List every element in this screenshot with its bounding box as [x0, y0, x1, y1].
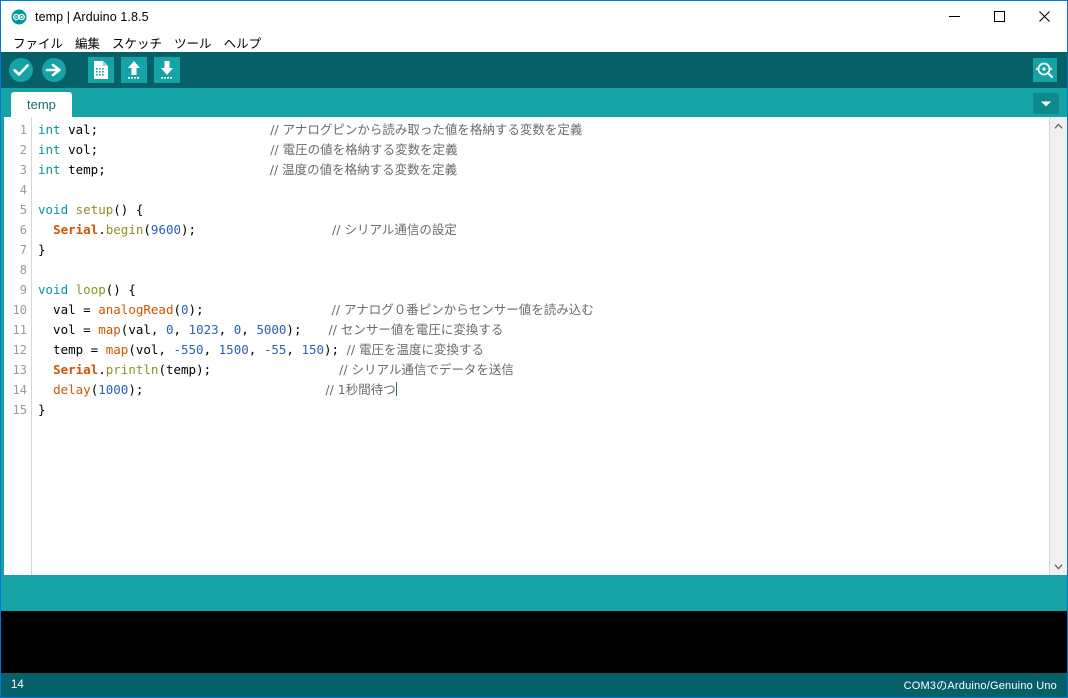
code-line-6: Serial.begin(9600);// シリアル通信の設定 [53, 222, 457, 237]
line-number: 9 [19, 283, 27, 297]
window-controls [932, 1, 1067, 32]
code-editor[interactable]: 1 2 3 4 5 6 7 8 9 10 11 12 13 14 15 int … [1, 117, 1067, 575]
code-line-3: int temp;// 温度の値を格納する変数を定義 [38, 162, 458, 177]
status-board-info: COM3のArduino/Genuino Uno [903, 680, 1057, 692]
save-button[interactable] [153, 56, 181, 84]
code-line-9: void loop() { [38, 282, 136, 297]
code-content[interactable]: int val;// アナログピンから読み取った値を格納する変数を定義 int … [32, 117, 1049, 575]
line-number: 7 [19, 243, 27, 257]
close-button[interactable] [1022, 1, 1067, 32]
line-number: 1 [19, 123, 27, 137]
maximize-button[interactable] [977, 1, 1022, 32]
code-line-13: Serial.println(temp);// シリアル通信でデータを送信 [53, 362, 514, 377]
arduino-ide-window: temp | Arduino 1.8.5 ファイル 編集 スケッチ ツール ヘル… [0, 0, 1068, 698]
tab-temp[interactable]: temp [11, 92, 72, 117]
menu-sketch[interactable]: スケッチ [106, 32, 168, 53]
scroll-down-arrow[interactable] [1050, 558, 1067, 575]
code-comment: // センサー値を電圧に変換する [328, 322, 504, 337]
toolbar [1, 52, 1067, 88]
code-line-2: int vol;// 電圧の値を格納する変数を定義 [38, 142, 458, 157]
line-number: 6 [19, 223, 27, 237]
line-number: 2 [19, 143, 27, 157]
code-comment: // アナログピンから読み取った値を格納する変数を定義 [270, 122, 583, 137]
line-number: 13 [12, 363, 27, 377]
menu-help[interactable]: ヘルプ [218, 32, 268, 53]
upload-button[interactable] [40, 56, 68, 84]
code-comment: // 温度の値を格納する変数を定義 [269, 162, 458, 177]
menu-file[interactable]: ファイル [7, 32, 69, 53]
open-button[interactable] [120, 56, 148, 84]
line-number: 5 [19, 203, 27, 217]
code-line-12: temp = map(vol, -550, 1500, -55, 150); /… [38, 342, 485, 357]
line-number: 3 [19, 163, 27, 177]
code-comment: // アナログ０番ピンからセンサー値を読み込む [331, 302, 594, 317]
code-line-7: } [38, 242, 46, 257]
line-number: 4 [19, 183, 27, 197]
code-comment: // 電圧を温度に変換する [346, 342, 485, 357]
console-output[interactable] [1, 611, 1067, 673]
scroll-up-arrow[interactable] [1050, 117, 1067, 134]
tab-menu-button[interactable] [1033, 93, 1059, 114]
window-title: temp | Arduino 1.8.5 [35, 9, 149, 24]
editor-vertical-scrollbar[interactable] [1049, 117, 1067, 575]
code-comment: // シリアル通信の設定 [332, 222, 457, 237]
status-bar: 14 COM3のArduino/Genuino Uno [1, 673, 1067, 697]
text-caret [395, 382, 397, 396]
line-number: 10 [12, 303, 27, 317]
line-number: 14 [12, 383, 27, 397]
menu-edit[interactable]: 編集 [69, 32, 106, 53]
line-number: 11 [12, 323, 27, 337]
tab-bar: temp [1, 88, 1067, 117]
code-line-5: void setup() { [38, 202, 144, 217]
arduino-infinity-icon [11, 9, 27, 25]
chevron-down-icon [1040, 95, 1052, 113]
code-line-15: } [38, 402, 46, 417]
line-number: 15 [12, 403, 27, 417]
menu-bar: ファイル 編集 スケッチ ツール ヘルプ [1, 32, 1067, 52]
code-line-10: val = analogRead(0);// アナログ０番ピンからセンサー値を読… [38, 302, 594, 317]
line-number: 12 [12, 343, 27, 357]
status-line-number: 14 [11, 679, 24, 691]
code-line-14: delay(1000);// 1秒間待つ [53, 382, 397, 397]
minimize-button[interactable] [932, 1, 977, 32]
serial-monitor-button[interactable] [1031, 56, 1059, 84]
title-bar: temp | Arduino 1.8.5 [1, 1, 1067, 32]
menu-tools[interactable]: ツール [168, 32, 218, 53]
line-number: 8 [19, 263, 27, 277]
line-number-gutter: 1 2 3 4 5 6 7 8 9 10 11 12 13 14 15 [4, 117, 32, 575]
code-comment: // 電圧の値を格納する変数を定義 [270, 142, 458, 157]
code-line-11: vol = map(val, 0, 1023, 0, 5000);// センサー… [38, 322, 504, 337]
code-comment: // 1秒間待つ [325, 382, 396, 397]
code-comment: // シリアル通信でデータを送信 [339, 362, 514, 377]
verify-button[interactable] [7, 56, 35, 84]
new-button[interactable] [87, 56, 115, 84]
editor-status-strip [1, 575, 1067, 611]
tab-label: temp [27, 97, 56, 112]
code-line-1: int val;// アナログピンから読み取った値を格納する変数を定義 [38, 122, 583, 137]
